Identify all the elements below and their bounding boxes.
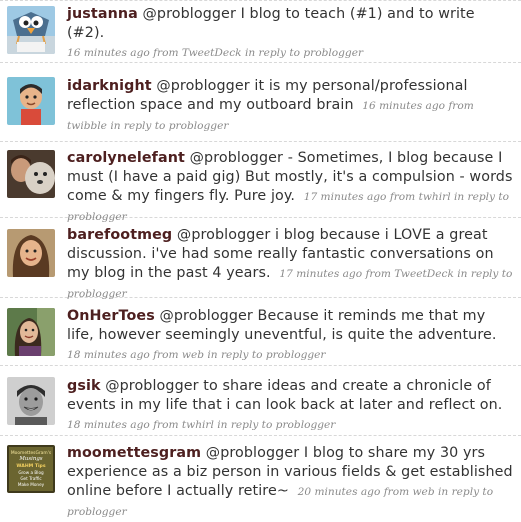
tweet-meta: 18 minutes ago from twhirl in reply to p… <box>67 419 335 431</box>
tweet-body: barefootmeg @problogger i blog because i… <box>67 226 515 304</box>
tweet-mention[interactable]: @problogger <box>177 227 270 243</box>
tweet-timestamp-link[interactable]: 20 minutes ago <box>298 486 381 498</box>
tweet-source: from twhirl <box>389 191 451 203</box>
tweet-author-link[interactable]: barefootmeg <box>67 227 172 243</box>
tweet-source: from web <box>383 486 435 498</box>
tweet-source: from web <box>153 349 205 361</box>
badge-line: Musings <box>18 456 42 462</box>
tweet-mention[interactable]: @problogger <box>156 78 249 94</box>
woman-and-dog-photo-icon[interactable] <box>7 150 55 198</box>
tweet-body: carolynelefant @problogger - Sometimes, … <box>67 149 515 227</box>
cartoon-bird-wtf-icon[interactable] <box>7 6 55 54</box>
badge-line: WAHM Tips <box>16 463 45 469</box>
badge-line: Get Traffic <box>20 476 42 481</box>
tweet-author-link[interactable]: idarknight <box>67 78 152 94</box>
badge-line: Make Money <box>18 482 45 487</box>
tweet-source: from TweetDeck <box>153 47 242 59</box>
tweet-list: justanna @problogger I blog to teach (#1… <box>0 0 521 522</box>
tweet-body: gsik @problogger to share ideas and crea… <box>67 377 515 435</box>
tweet-body: justanna @problogger I blog to teach (#1… <box>67 5 515 63</box>
woman-portrait-icon[interactable] <box>7 229 55 277</box>
badge-line: Grow a Blog <box>18 470 44 475</box>
tweet-item: justanna @problogger I blog to teach (#1… <box>0 0 521 63</box>
tweet-author-link[interactable]: gsik <box>67 378 101 394</box>
tweet-body: moomettesgram @problogger I blog to shar… <box>67 444 515 522</box>
tweet-item: OnHerToes @problogger Because it reminds… <box>0 298 521 366</box>
tweet-timestamp-link[interactable]: 18 minutes ago <box>67 419 150 431</box>
tweet-mention[interactable]: @problogger <box>105 378 198 394</box>
tweet-reply-link[interactable]: in reply to problogger <box>217 419 335 431</box>
tweet-author-link[interactable]: carolynelefant <box>67 150 185 166</box>
tweet-mention[interactable]: @problogger <box>206 445 299 461</box>
tweet-timestamp-link[interactable]: 16 minutes ago <box>362 100 445 112</box>
tweet-meta: 16 minutes ago from TweetDeck in reply t… <box>67 47 363 59</box>
tweet-mention[interactable]: @problogger <box>190 150 283 166</box>
tweet-timestamp-link[interactable]: 16 minutes ago <box>67 47 150 59</box>
blog-badge-icon[interactable]: MoomettesGram's Musings WAHM Tips Grow a… <box>7 445 55 493</box>
smiling-man-bw-photo-icon[interactable] <box>7 377 55 425</box>
tweet-reply-link[interactable]: in reply to problogger <box>110 120 228 132</box>
tweet-source: from TweetDeck <box>365 268 454 280</box>
tweet-reply-link[interactable]: in reply to problogger <box>245 47 363 59</box>
tweet-item: gsik @problogger to share ideas and crea… <box>0 366 521 436</box>
woman-outdoors-photo-icon[interactable] <box>7 308 55 356</box>
tweet-mention[interactable]: @problogger <box>159 308 252 324</box>
tweet-reply-link[interactable]: in reply to problogger <box>207 349 325 361</box>
tweet-body: OnHerToes @problogger Because it reminds… <box>67 307 515 365</box>
tweet-item: carolynelefant @problogger - Sometimes, … <box>0 142 521 223</box>
tweet-timestamp-link[interactable]: 17 minutes ago <box>304 191 387 203</box>
tweet-timestamp-link[interactable]: 18 minutes ago <box>67 349 150 361</box>
cartoon-man-icon[interactable] <box>7 77 55 125</box>
tweet-source: from twhirl <box>153 419 214 431</box>
tweet-item: idarknight @problogger it is my personal… <box>0 63 521 142</box>
tweet-author-link[interactable]: OnHerToes <box>67 308 155 324</box>
tweet-body: idarknight @problogger it is my personal… <box>67 77 515 136</box>
tweet-author-link[interactable]: moomettesgram <box>67 445 201 461</box>
tweet-meta: 18 minutes ago from web in reply to prob… <box>67 349 326 361</box>
tweet-item: MoomettesGram's Musings WAHM Tips Grow a… <box>0 436 521 522</box>
tweet-item: barefootmeg @problogger i blog because i… <box>0 218 521 300</box>
tweet-timestamp-link[interactable]: 17 minutes ago <box>279 268 362 280</box>
tweet-author-link[interactable]: justanna <box>67 6 138 22</box>
tweet-mention[interactable]: @problogger <box>143 6 236 22</box>
